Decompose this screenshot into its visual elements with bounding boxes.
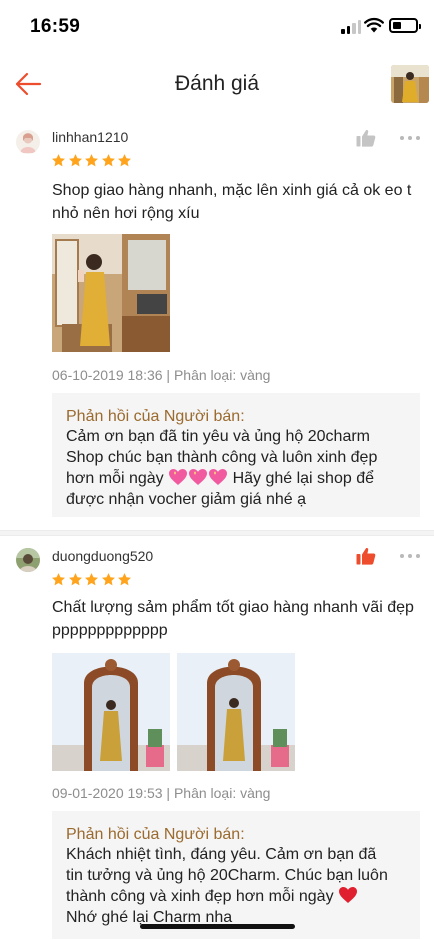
reviewer-username[interactable]: linhhan1210	[52, 129, 128, 145]
battery-icon	[389, 18, 421, 33]
home-indicator[interactable]	[140, 924, 295, 929]
review-text: Shop giao hàng nhanh, mặc lên xinh giá c…	[52, 182, 412, 222]
review-meta: 09-01-2020 19:53 | Phân loại: vàng	[52, 785, 271, 801]
seller-reply-line: tin tưởng và ủng hộ 20Charm. Chúc bạn lu…	[66, 866, 388, 884]
star-icon	[68, 573, 82, 586]
thumbs-up-icon[interactable]	[356, 547, 376, 565]
star-icon	[85, 573, 98, 586]
star-icon	[52, 573, 65, 586]
review-meta: 06-10-2019 18:36 | Phân loại: vàng	[52, 367, 271, 383]
seller-reply-line: được nhận vocher giảm giá nhé ạ	[66, 490, 307, 508]
seller-reply-line: Cảm ơn bạn đã tin yêu và ủng hộ 20charm	[66, 428, 371, 445]
product-thumbnail[interactable]	[391, 65, 429, 103]
sparkling-heart-icon	[189, 469, 208, 485]
review-item: duongduong520 Chất lượng sảm phẩm tốt gi…	[0, 536, 434, 940]
status-bar: 16:59	[0, 0, 434, 50]
review-photo[interactable]	[52, 234, 170, 352]
seller-reply-text: Cảm ơn bạn đã tin yêu và ủng hộ 20charm …	[66, 427, 406, 510]
nav-bar: Đánh giá	[0, 50, 434, 118]
star-icon	[101, 154, 115, 167]
seller-reply-heading: Phản hồi của Người bán:	[66, 826, 245, 843]
star-icon	[85, 154, 98, 167]
review-photo[interactable]	[177, 653, 295, 771]
review-item: linhhan1210 Shop giao hàng nhanh, mặc lê…	[0, 118, 434, 530]
seller-reply-fragment: Hãy ghé lại shop để	[232, 470, 374, 487]
reviewer-username[interactable]: duongduong520	[52, 548, 153, 564]
review-photo[interactable]	[52, 653, 170, 771]
seller-reply: Phản hồi của Người bán: Cảm ơn bạn đã ti…	[52, 393, 420, 517]
star-icon	[118, 154, 131, 167]
thumbs-up-icon[interactable]	[356, 129, 376, 147]
star-icon	[101, 573, 115, 586]
avatar[interactable]	[16, 548, 40, 572]
seller-reply-line: Khách nhiệt tình, đáng yêu. Cảm ơn bạn đ…	[66, 846, 377, 863]
cellular-signal-icon	[341, 20, 361, 34]
red-heart-icon	[339, 887, 358, 903]
sparkling-heart-icon	[209, 469, 228, 485]
rating-stars	[51, 572, 132, 587]
seller-reply: Phản hồi của Người bán: Khách nhiệt tình…	[52, 811, 420, 939]
rating-stars	[51, 153, 132, 168]
sparkling-heart-icon	[169, 469, 188, 485]
seller-reply-line: Shop chúc bạn thành công và luôn xinh đẹ…	[66, 448, 378, 466]
avatar[interactable]	[16, 130, 40, 154]
review-text: Chất lượng sảm phẩm tốt giao hàng nhanh …	[52, 599, 414, 639]
star-icon	[118, 573, 131, 586]
more-options-icon[interactable]	[400, 553, 420, 559]
seller-reply-fragment: thành công và xinh đẹp hơn mỗi ngày	[66, 888, 334, 905]
seller-reply-heading: Phản hồi của Người bán:	[66, 408, 245, 425]
seller-reply-text: Khách nhiệt tình, đáng yêu. Cảm ơn bạn đ…	[66, 845, 406, 928]
page-title: Đánh giá	[174, 72, 260, 95]
status-time: 16:59	[30, 16, 81, 37]
star-icon	[68, 154, 82, 167]
seller-reply-line: thành công và xinh đẹp hơn mỗi ngày	[66, 886, 406, 908]
star-icon	[52, 154, 65, 167]
wifi-icon	[364, 17, 384, 33]
more-options-icon[interactable]	[400, 135, 420, 141]
seller-reply-line: hơn mỗi ngày Hãy ghé lại shop để	[66, 468, 406, 490]
seller-reply-fragment: hơn mỗi ngày	[66, 470, 164, 487]
